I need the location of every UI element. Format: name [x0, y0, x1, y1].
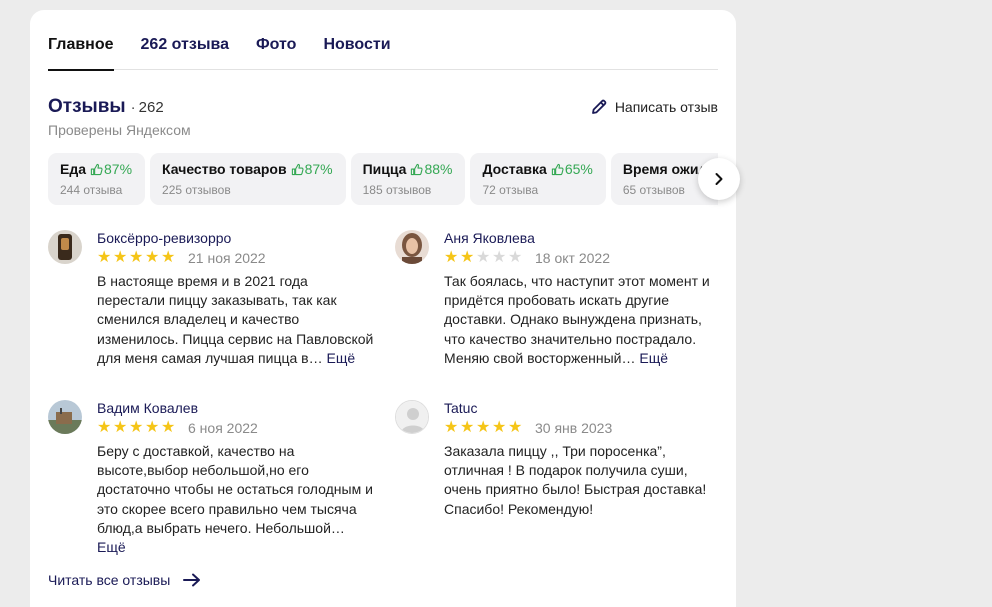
pencil-icon — [591, 99, 607, 114]
write-review-button[interactable]: Написать отзыв — [590, 98, 718, 116]
aspect-name: Пицца — [362, 161, 407, 177]
thumb-up-icon — [551, 163, 564, 175]
review-author[interactable]: Аня Яковлева — [444, 230, 724, 246]
title-separator: · — [130, 99, 136, 116]
review-text: Так боялась, что наступит этот момент и … — [444, 272, 724, 368]
star-icon: ★ — [145, 249, 160, 266]
more-link[interactable]: Ещё — [97, 539, 126, 555]
reviews-heading: Отзывы · 262 — [48, 96, 164, 118]
aspect-percent: 65% — [551, 161, 593, 177]
aspect-count: 225 отзывов — [162, 183, 231, 197]
thumb-up-icon — [90, 163, 103, 175]
star-icon: ★ — [129, 419, 144, 436]
star-icon: ★ — [444, 249, 459, 266]
review-author[interactable]: Вадим Ковалев — [97, 400, 377, 416]
tab-photo[interactable]: Фото — [256, 36, 296, 70]
chips-next-button[interactable] — [698, 158, 740, 200]
star-icon: ★ — [508, 249, 523, 266]
review-text-body: Беру с доставкой, качество на высоте,выб… — [97, 443, 373, 536]
aspect-chip-delivery[interactable]: Доставка 65% 72 отзыва — [470, 153, 606, 205]
avatar[interactable] — [395, 400, 429, 434]
review-text: В настояще время и в 2021 года перестали… — [97, 272, 377, 368]
aspect-chip-food[interactable]: Еда 87% 244 отзыва — [48, 153, 146, 205]
aspect-percent: 87% — [90, 161, 132, 177]
review-text-body: Заказала пиццу ,, Три поросенка”, отличн… — [444, 443, 707, 517]
star-icon: ★ — [492, 419, 507, 436]
arrow-right-icon — [183, 573, 201, 587]
aspect-percent-value: 87% — [104, 161, 133, 177]
star-icon: ★ — [508, 419, 523, 436]
star-icon: ★ — [476, 419, 491, 436]
review-text: Заказала пиццу ,, Три поросенка”, отличн… — [444, 442, 724, 519]
chevron-right-icon — [715, 173, 723, 185]
read-all-reviews-link[interactable]: Читать все отзывы — [48, 572, 202, 588]
aspect-percent-value: 88% — [424, 161, 453, 177]
rating-stars: ★ ★ ★ ★ ★ — [444, 420, 524, 436]
reviews-count: 262 — [138, 99, 164, 116]
read-all-label: Читать все отзывы — [48, 572, 171, 588]
star-icon: ★ — [460, 249, 475, 266]
aspect-chips: Еда 87% 244 отзыва Качество товаров 87% — [48, 153, 718, 205]
review-author[interactable]: Tatuc — [444, 400, 724, 416]
thumb-up-icon — [291, 163, 304, 175]
review-date: 30 янв 2023 — [535, 420, 613, 436]
aspect-name: Еда — [60, 161, 87, 177]
verified-note: Проверены Яндексом — [48, 122, 191, 138]
aspect-percent: 88% — [410, 161, 452, 177]
reviews-title: Отзывы — [48, 96, 126, 117]
review-date: 21 ноя 2022 — [188, 250, 266, 266]
aspect-name: Доставка — [482, 161, 547, 177]
star-icon: ★ — [97, 249, 112, 266]
star-icon: ★ — [444, 419, 459, 436]
more-link[interactable]: Ещё — [326, 350, 355, 366]
star-icon: ★ — [161, 419, 176, 436]
review-text: Беру с доставкой, качество на высоте,выб… — [97, 442, 377, 557]
review-text-body: Так боялась, что наступит этот момент и … — [444, 273, 710, 366]
star-icon: ★ — [97, 419, 112, 436]
star-icon: ★ — [476, 249, 491, 266]
more-link[interactable]: Ещё — [639, 350, 668, 366]
rating-stars: ★ ★ ★ ★ ★ — [97, 420, 177, 436]
review-author[interactable]: Боксёрро-ревизорро — [97, 230, 377, 246]
write-review-label: Написать отзыв — [614, 99, 718, 115]
aspect-percent-value: 87% — [304, 161, 333, 177]
star-icon: ★ — [145, 419, 160, 436]
star-icon: ★ — [492, 249, 507, 266]
tab-main[interactable]: Главное — [48, 36, 114, 71]
star-icon: ★ — [113, 249, 128, 266]
avatar[interactable] — [48, 230, 82, 264]
aspect-percent-value: 65% — [564, 161, 593, 177]
aspect-count: 185 отзывов — [362, 183, 432, 197]
star-icon: ★ — [161, 249, 176, 266]
tab-reviews[interactable]: 262 отзыва — [141, 36, 230, 70]
review-date: 6 ноя 2022 — [188, 420, 258, 436]
aspect-name: Качество товаров — [162, 161, 287, 177]
star-icon: ★ — [460, 419, 475, 436]
review-date: 18 окт 2022 — [535, 250, 610, 266]
star-icon: ★ — [129, 249, 144, 266]
aspect-chip-goods-quality[interactable]: Качество товаров 87% 225 отзывов — [150, 153, 346, 205]
avatar[interactable] — [48, 400, 82, 434]
aspect-percent: 87% — [291, 161, 333, 177]
reviews-card: Главное 262 отзыва Фото Новости Отзывы ·… — [30, 10, 740, 607]
star-icon: ★ — [113, 419, 128, 436]
rating-stars: ★ ★ ★ ★ ★ — [444, 250, 524, 266]
tab-news[interactable]: Новости — [323, 36, 390, 70]
thumb-up-icon — [411, 163, 424, 175]
tabs-bar: Главное 262 отзыва Фото Новости — [48, 36, 718, 71]
aspect-count: 244 отзыва — [60, 183, 123, 197]
aspect-chip-pizza[interactable]: Пицца 88% 185 отзывов — [350, 153, 466, 205]
avatar[interactable] — [395, 230, 429, 264]
rating-stars: ★ ★ ★ ★ ★ — [97, 250, 177, 266]
aspect-count: 72 отзыва — [482, 183, 539, 197]
